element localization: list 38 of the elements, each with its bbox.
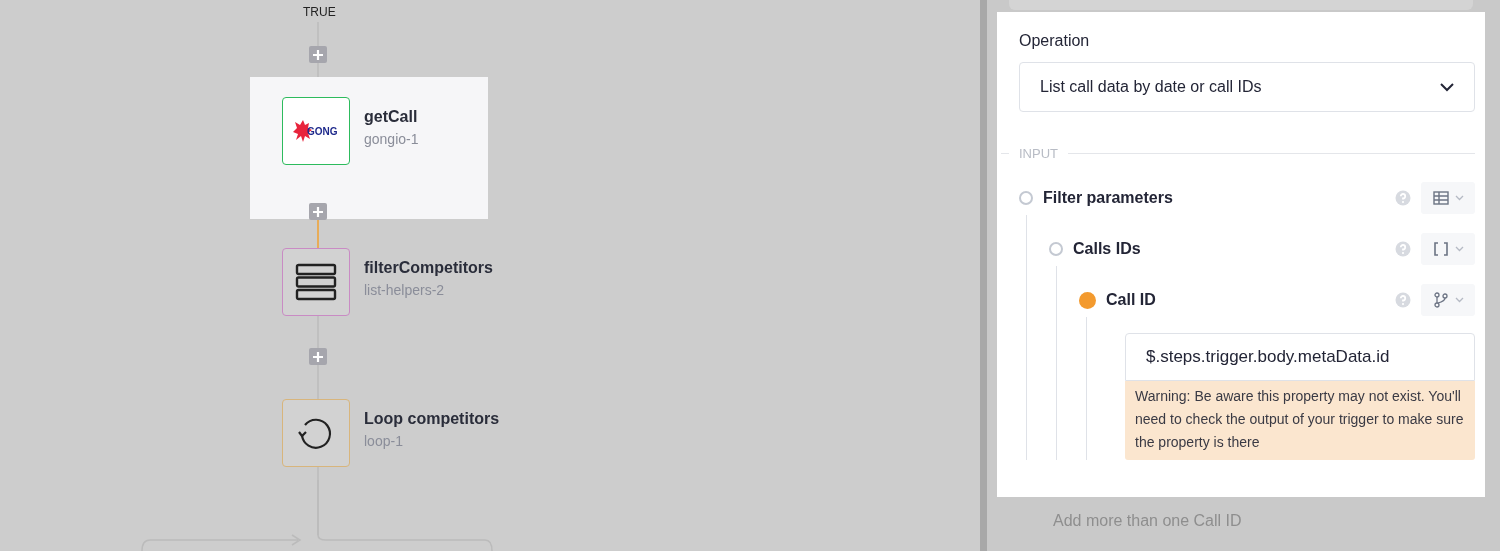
step-subtitle: loop-1 bbox=[364, 433, 404, 449]
type-selector[interactable] bbox=[1421, 233, 1475, 265]
value-input-field[interactable]: $.steps.trigger.body.metaData.id bbox=[1125, 333, 1475, 381]
chevron-down-icon bbox=[1454, 297, 1464, 303]
table-icon bbox=[1432, 191, 1449, 205]
help-icon[interactable] bbox=[1395, 292, 1411, 308]
plus-icon bbox=[312, 350, 324, 363]
help-icon[interactable] bbox=[1395, 241, 1411, 257]
stacked-bars-icon bbox=[295, 263, 337, 301]
step-icon-tile[interactable] bbox=[282, 399, 350, 467]
parameter-label: Calls IDs bbox=[1073, 240, 1142, 258]
step-icon-tile[interactable] bbox=[282, 248, 350, 316]
warning-message: Warning: Be aware this property may not exist. You'll need to check the output of your trigger to make sure the property is there bbox=[1125, 381, 1475, 460]
add-more-hint: Add more than one Call ID bbox=[1053, 512, 1243, 530]
add-step-button[interactable] bbox=[309, 203, 327, 220]
operation-label: Operation bbox=[1019, 32, 1091, 50]
add-step-button[interactable] bbox=[309, 348, 327, 365]
chevron-down-icon bbox=[1454, 195, 1464, 201]
plus-icon bbox=[312, 205, 324, 218]
chevron-down-icon bbox=[1440, 82, 1454, 92]
step-subtitle: list-helpers-2 bbox=[364, 282, 446, 298]
plus-icon bbox=[312, 48, 324, 61]
step-title: Loop competitors bbox=[364, 410, 500, 428]
chevron-down-icon bbox=[1454, 246, 1464, 252]
add-step-button[interactable] bbox=[309, 46, 327, 63]
type-selector[interactable] bbox=[1421, 284, 1475, 316]
section-heading: INPUT bbox=[1019, 146, 1058, 161]
brackets-icon bbox=[1432, 242, 1449, 256]
branch-label: TRUE bbox=[303, 5, 336, 19]
type-selector[interactable] bbox=[1421, 182, 1475, 214]
parameter-label: Filter parameters bbox=[1043, 189, 1174, 207]
help-icon[interactable] bbox=[1395, 190, 1411, 206]
operation-dropdown[interactable]: List call data by date or call IDs bbox=[1019, 62, 1475, 112]
step-title: getCall bbox=[364, 108, 419, 126]
branch-icon bbox=[1432, 292, 1449, 308]
step-title: filterCompetitors bbox=[364, 259, 493, 277]
parameter-label: Call ID bbox=[1106, 291, 1157, 309]
step-subtitle: gongio-1 bbox=[364, 131, 419, 147]
